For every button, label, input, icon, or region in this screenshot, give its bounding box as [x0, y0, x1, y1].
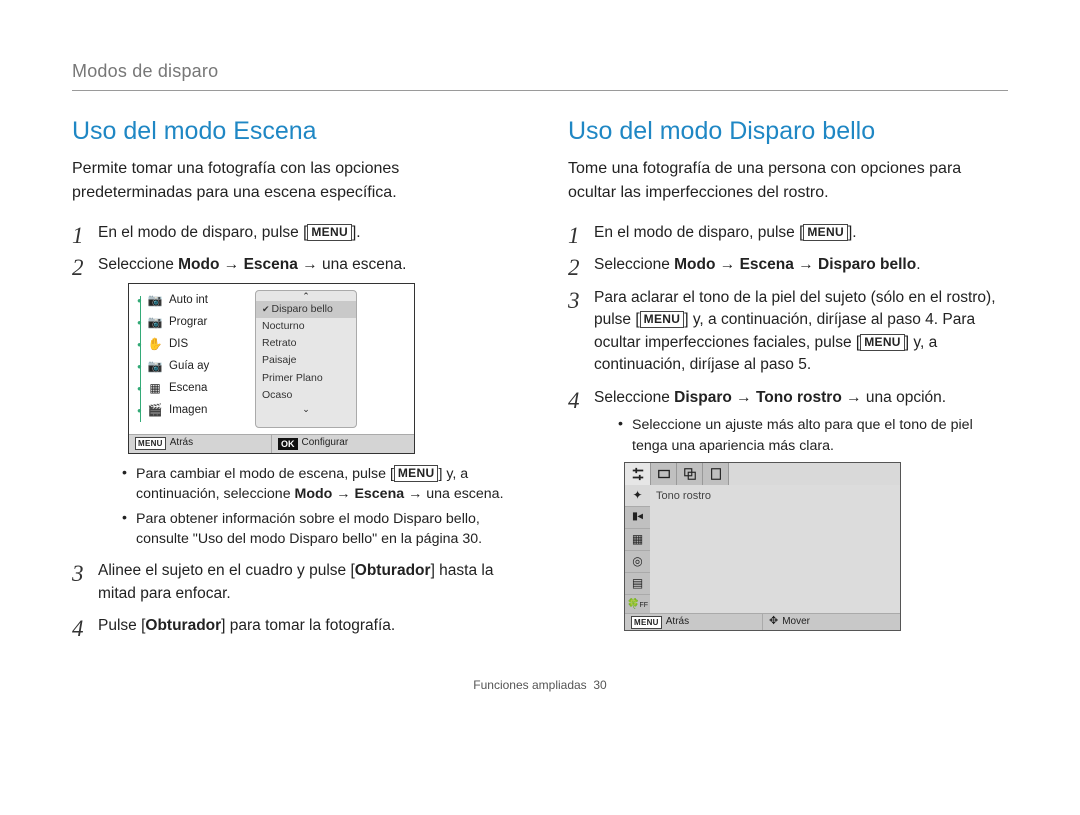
heading-escena: Uso del modo Escena	[72, 113, 512, 149]
step-2-escena: Escena	[244, 256, 298, 273]
opt-retrato[interactable]: Retrato	[256, 335, 356, 352]
opt-disparo-bello[interactable]: Disparo bello	[256, 301, 356, 318]
shutter-key: Obturador	[145, 617, 221, 634]
chevron-down-icon[interactable]: ⌄	[256, 404, 356, 414]
menu-button[interactable]: MENU	[394, 465, 439, 482]
mode-scene[interactable]: Escena	[169, 380, 207, 397]
guide-icon: 📷	[147, 358, 163, 375]
scene-icon: ▦	[147, 380, 163, 397]
note-1: Para cambiar el modo de escena, pulse [M…	[122, 464, 512, 505]
flash-off-icon[interactable]: 🍀FF	[625, 594, 650, 616]
step-3: Para aclarar el tono de la piel del suje…	[568, 287, 1008, 377]
column-right: Uso del modo Disparo bello Tome una foto…	[568, 113, 1008, 647]
doc-icon	[709, 467, 723, 481]
scene-mode-list: ●📷Auto int ●📷Prograr ●✋DIS ●📷Guía ay ●▦E…	[129, 284, 255, 434]
shutter-key: Obturador	[355, 562, 431, 579]
heading-beauty: Uso del modo Disparo bello	[568, 113, 1008, 149]
tab-2[interactable]	[651, 463, 677, 485]
step-1: En el modo de disparo, pulse [MENU].	[568, 222, 1008, 244]
stack-icon	[683, 467, 697, 481]
image-icon: 🎬	[147, 402, 163, 419]
mode-auto[interactable]: Auto int	[169, 292, 208, 309]
ok-button[interactable]: OK	[278, 438, 298, 450]
steps-escena: En el modo de disparo, pulse [MENU]. Sel…	[72, 222, 512, 638]
size-icon	[657, 467, 671, 481]
breadcrumb: Modos de disparo	[72, 58, 1008, 84]
scene-mode-screenshot: ●📷Auto int ●📷Prograr ●✋DIS ●📷Guía ay ●▦E…	[128, 283, 415, 454]
step-1-text-a: En el modo de disparo, pulse [	[98, 224, 307, 241]
lead-beauty: Tome una fotografía de una persona con o…	[568, 157, 1008, 203]
column-left: Uso del modo Escena Permite tomar una fo…	[72, 113, 512, 647]
step-2-text-d: → una escena.	[298, 256, 407, 273]
step-1: En el modo de disparo, pulse [MENU].	[72, 222, 512, 244]
step-2-notes: Para cambiar el modo de escena, pulse [M…	[98, 464, 512, 550]
hand-icon: ✋	[147, 336, 163, 353]
left-icon-rail: ✦ ▮◂ ▦ ◎ ▤ 🍀FF	[625, 485, 650, 613]
m-icon[interactable]: ▮◂	[625, 506, 650, 528]
grid-icon[interactable]: ▦	[625, 528, 650, 550]
camera-program-icon: 📷	[147, 314, 163, 331]
content-columns: Uso del modo Escena Permite tomar una fo…	[72, 113, 1008, 647]
opt-ocaso[interactable]: Ocaso	[256, 387, 356, 404]
target-icon[interactable]: ◎	[625, 550, 650, 572]
lead-escena: Permite tomar una fotografía con las opc…	[72, 157, 512, 203]
step-2-modo: Modo	[178, 256, 219, 273]
step-4-notes: Seleccione un ajuste más alto para que e…	[594, 415, 1008, 456]
tono-rostro-label: Tono rostro	[656, 490, 711, 502]
status-config: Configurar	[302, 436, 349, 451]
tab-1[interactable]	[625, 463, 651, 486]
step-3: Alinee el sujeto en el cuadro y pulse [O…	[72, 560, 512, 605]
header-divider	[72, 90, 1008, 91]
step-4: Seleccione Disparo → Tono rostro → una o…	[568, 387, 1008, 632]
mode-image[interactable]: Imagen	[169, 402, 207, 419]
manual-page: Modos de disparo Uso del modo Escena Per…	[0, 0, 1080, 695]
scene-status-bar: MENU Atrás OK Configurar	[129, 434, 414, 453]
step-1-text-b: ].	[352, 224, 361, 241]
menu-button[interactable]: MENU	[803, 224, 848, 241]
step-2-text-a: Seleccione	[98, 256, 178, 273]
beauty-shot-screenshot: ✦ ▮◂ ▦ ◎ ▤ 🍀FF Tono rostro	[624, 462, 901, 631]
note-2: Para obtener información sobre el modo D…	[122, 509, 512, 550]
step-4: Pulse [Obturador] para tomar la fotograf…	[72, 615, 512, 637]
scene-popup: ⌃ Disparo bello Nocturno Retrato Paisaje…	[255, 290, 357, 428]
opt-nocturno[interactable]: Nocturno	[256, 318, 356, 335]
calendar-icon[interactable]: ▤	[625, 572, 650, 594]
menu-button[interactable]: MENU	[640, 311, 685, 328]
menu-button[interactable]: MENU	[307, 224, 352, 241]
note-1: Seleccione un ajuste más alto para que e…	[618, 415, 1008, 456]
chevron-up-icon[interactable]: ⌃	[256, 291, 356, 301]
tab-3[interactable]	[677, 463, 703, 485]
status-move: Mover	[782, 615, 810, 630]
step-2: Seleccione Modo → Escena → una escena. ●…	[72, 254, 512, 550]
steps-beauty: En el modo de disparo, pulse [MENU]. Sel…	[568, 222, 1008, 631]
menu-button[interactable]: MENU	[135, 437, 166, 450]
footer-label: Funciones ampliadas	[473, 678, 586, 692]
beauty-status-bar: MENU Atrás ✥ Mover	[625, 613, 900, 630]
dpad-icon: ✥	[769, 614, 778, 630]
mode-dis[interactable]: DIS	[169, 336, 188, 353]
adjust-icon	[631, 467, 645, 481]
menu-button[interactable]: MENU	[860, 334, 905, 351]
page-footer: Funciones ampliadas 30	[72, 677, 1008, 694]
sparkle-icon[interactable]: ✦	[625, 485, 650, 506]
status-back: Atrás	[170, 436, 193, 451]
tab-4[interactable]	[703, 463, 729, 485]
opt-primer-plano[interactable]: Primer Plano	[256, 370, 356, 387]
camera-auto-icon: 📷	[147, 292, 163, 309]
status-back: Atrás	[666, 615, 689, 630]
page-number: 30	[593, 678, 606, 692]
tab-bar	[625, 463, 900, 485]
mode-program[interactable]: Prograr	[169, 314, 207, 331]
menu-button[interactable]: MENU	[631, 616, 662, 629]
step-2: Seleccione Modo → Escena → Disparo bello…	[568, 254, 1008, 276]
opt-paisaje[interactable]: Paisaje	[256, 352, 356, 369]
mode-guide[interactable]: Guía ay	[169, 358, 209, 375]
